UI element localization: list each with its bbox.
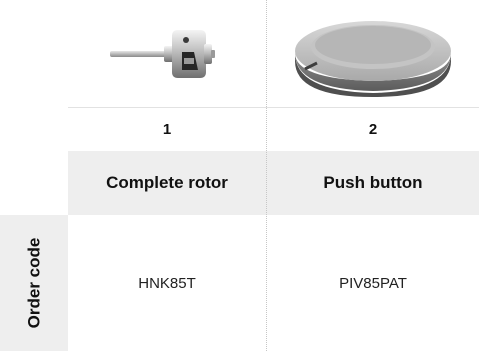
order-code-cell: PIV85PAT: [339, 274, 407, 292]
rotor-part-icon: [110, 30, 215, 78]
rotor-image-cell: [68, 0, 266, 108]
push-button-image-cell: [267, 0, 479, 108]
column-number: 2: [368, 121, 378, 138]
column-header: Push button: [323, 173, 423, 192]
column-number: 1: [162, 121, 172, 138]
column-header: Complete rotor: [106, 173, 228, 192]
column-divider: [266, 0, 267, 351]
parts-table: 1 2 Complete rotor Push button Order cod…: [0, 0, 479, 351]
row-label: Order code: [24, 237, 44, 329]
order-code-cell: HNK85T: [138, 274, 196, 292]
row-label-cell: Order code: [0, 215, 68, 351]
push-button-part-icon: [295, 21, 451, 97]
